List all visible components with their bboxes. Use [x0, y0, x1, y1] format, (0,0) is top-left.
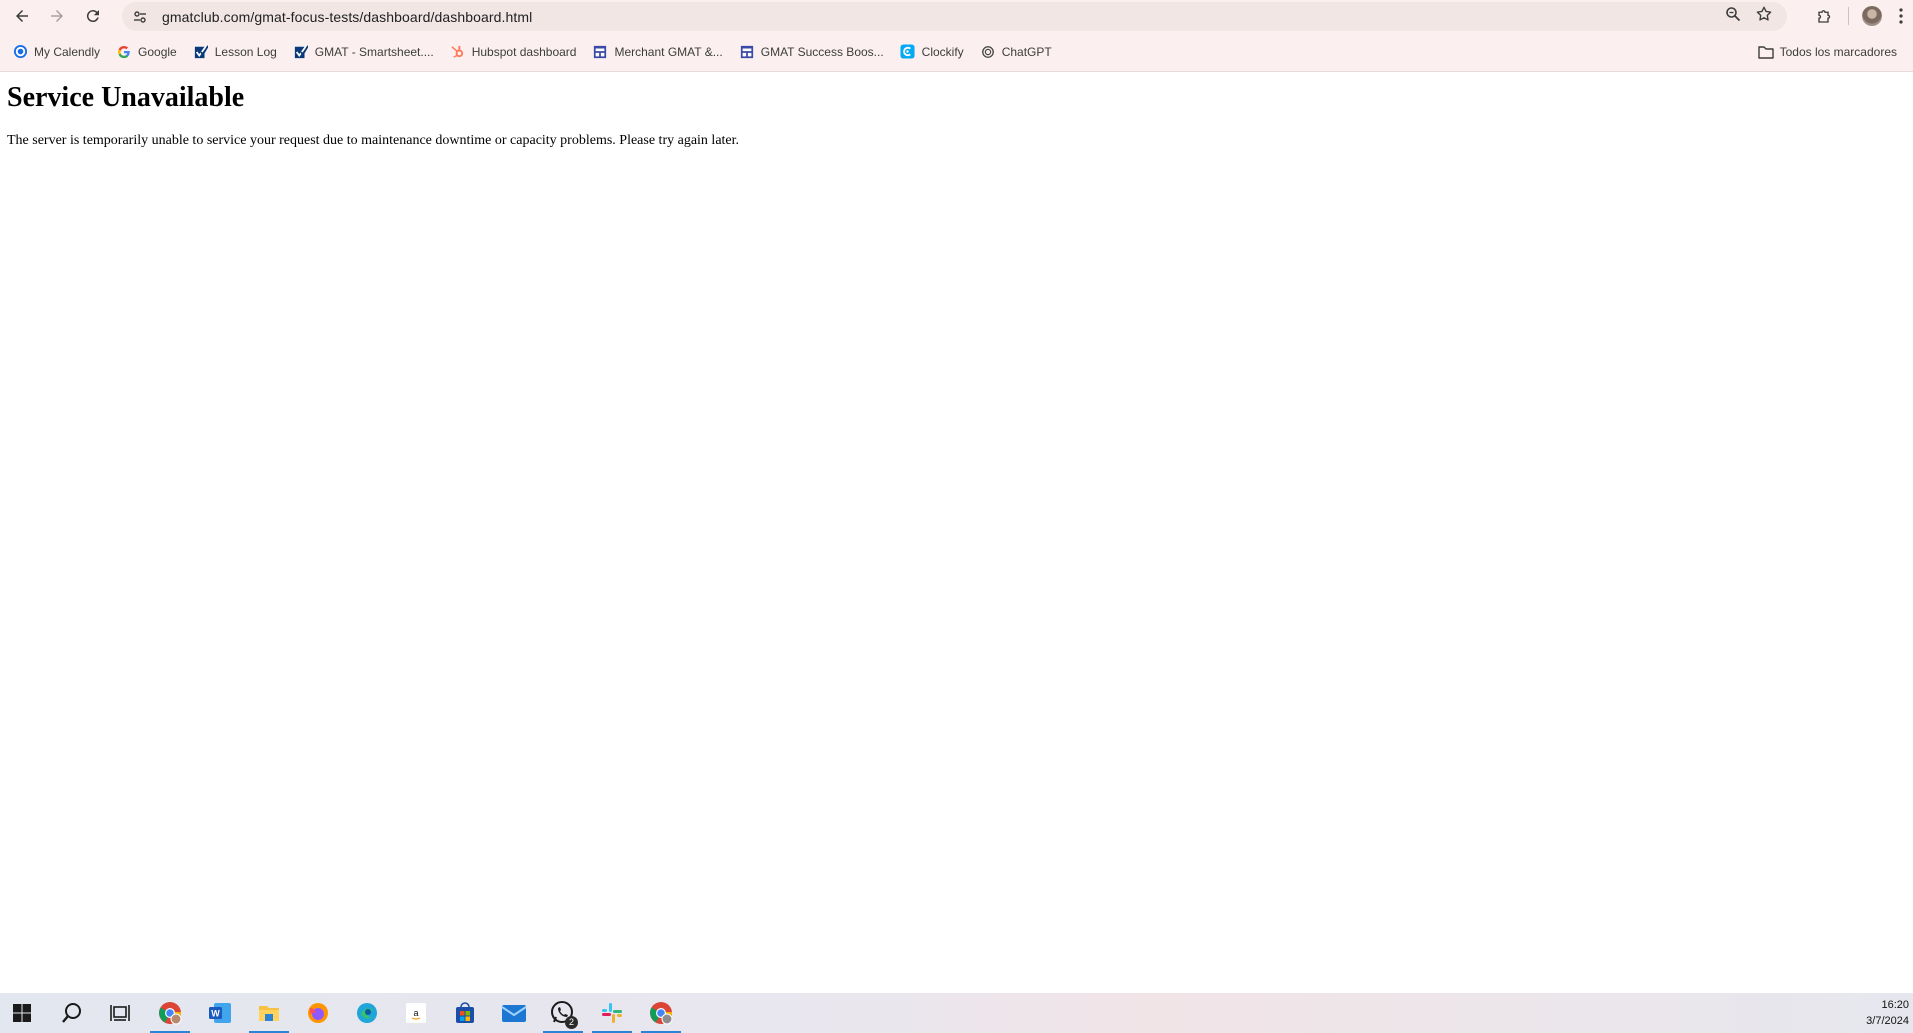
- smartsheet-icon: [293, 44, 309, 60]
- clock-date: 3/7/2024: [1866, 1015, 1909, 1027]
- taskbar-microsoft-store[interactable]: [445, 993, 485, 1033]
- page-title: Service Unavailable: [7, 82, 245, 113]
- clockify-icon: [900, 44, 916, 60]
- google-icon: [116, 44, 132, 60]
- search-button[interactable]: [52, 993, 92, 1033]
- bookmark-label: GMAT - Smartsheet....: [314, 44, 434, 59]
- microsoft-store-icon: [456, 1002, 474, 1023]
- url-text[interactable]: gmatclub.com/gmat-focus-tests/dashboard/…: [162, 9, 532, 25]
- start-button[interactable]: [2, 993, 42, 1033]
- mail-icon: [501, 1005, 527, 1022]
- chatgpt-icon: [980, 44, 996, 60]
- taskbar-file-explorer[interactable]: [249, 993, 289, 1033]
- forward-button[interactable]: [42, 1, 72, 31]
- menu-button[interactable]: [1889, 0, 1913, 32]
- svg-text:W: W: [211, 1009, 220, 1019]
- page-content: Service Unavailable The server is tempor…: [0, 73, 1913, 993]
- arrow-left-icon: [16, 10, 28, 22]
- windows-taskbar: W a 2 16:20 3/7/2024: [0, 993, 1913, 1033]
- bookmark-star-icon[interactable]: [1755, 5, 1773, 28]
- task-view-icon: [110, 1005, 130, 1021]
- bookmark-google[interactable]: Google: [114, 38, 185, 66]
- bookmark-label: GMAT Success Boos...: [760, 44, 884, 59]
- arrow-right-icon: [51, 10, 63, 22]
- edge-icon: [357, 1003, 377, 1023]
- taskbar-whatsapp[interactable]: 2: [543, 993, 583, 1033]
- word-icon: W: [209, 1003, 231, 1023]
- bookmark-label: Hubspot dashboard: [471, 44, 577, 59]
- bookmark-hubspot-dashboard[interactable]: Hubspot dashboard: [448, 38, 585, 66]
- taskbar-amazon[interactable]: a: [396, 993, 436, 1033]
- taskbar-chrome-profile[interactable]: [150, 993, 190, 1033]
- error-message: The server is temporarily unable to serv…: [7, 133, 740, 148]
- bookmark-gmat-smartsheet[interactable]: GMAT - Smartsheet....: [291, 38, 442, 66]
- folder-icon: [1757, 44, 1774, 60]
- taskbar-word[interactable]: W: [200, 993, 240, 1033]
- task-view-button[interactable]: [100, 993, 140, 1033]
- back-button[interactable]: [7, 1, 37, 31]
- chrome-icon: [650, 1002, 673, 1025]
- browser-toolbar: gmatclub.com/gmat-focus-tests/dashboard/…: [0, 0, 1913, 32]
- bookmark-merchant-gmat[interactable]: Merchant GMAT &...: [590, 38, 730, 66]
- chrome-profile-icon: [159, 1002, 182, 1025]
- bookmark-label: My Calendly: [34, 44, 101, 59]
- smartsheet-icon: [193, 44, 209, 60]
- site-info-icon[interactable]: [126, 3, 154, 31]
- avatar: [1862, 6, 1882, 26]
- clock-time: 16:20: [1881, 999, 1909, 1011]
- kebab-menu-icon: [1899, 8, 1903, 24]
- search-icon: [62, 1003, 81, 1023]
- address-bar[interactable]: gmatclub.com/gmat-focus-tests/dashboard/…: [122, 2, 1787, 31]
- taskbar-firefox[interactable]: [298, 993, 338, 1033]
- all-bookmarks-button[interactable]: Todos los marcadores: [1756, 38, 1905, 66]
- bookmark-label: Merchant GMAT &...: [614, 44, 723, 59]
- bookmarks-bar: My Calendly Google Lesson Log GMAT - Sma…: [0, 32, 1913, 72]
- bookmark-label: ChatGPT: [1001, 44, 1052, 59]
- bookmark-label: Clockify: [921, 44, 964, 59]
- taskbar-mail[interactable]: [494, 993, 534, 1033]
- bookmark-label: Lesson Log: [214, 44, 277, 59]
- taskbar-edge[interactable]: [347, 993, 387, 1033]
- system-clock[interactable]: 16:20 3/7/2024: [1851, 993, 1911, 1033]
- hubspot-icon: [450, 44, 466, 60]
- toolbar-right: [1808, 0, 1913, 32]
- slack-icon: [602, 1003, 622, 1023]
- form-icon: [592, 44, 608, 60]
- taskbar-slack[interactable]: [592, 993, 632, 1033]
- bookmark-chatgpt[interactable]: ChatGPT: [978, 38, 1060, 66]
- firefox-icon: [308, 1003, 328, 1023]
- svg-text:a: a: [413, 1008, 418, 1018]
- extensions-button[interactable]: [1808, 0, 1842, 32]
- bookmark-label: Google: [138, 44, 177, 59]
- all-bookmarks-label: Todos los marcadores: [1779, 45, 1897, 59]
- form-icon: [739, 44, 755, 60]
- bookmark-my-calendly[interactable]: My Calendly: [10, 38, 108, 66]
- bookmark-clockify[interactable]: Clockify: [898, 38, 972, 66]
- amazon-icon: a: [406, 1003, 426, 1023]
- reload-icon: [86, 10, 99, 23]
- zoom-icon[interactable]: [1725, 6, 1741, 27]
- windows-logo-icon: [13, 1004, 31, 1022]
- profile-button[interactable]: [1855, 0, 1889, 32]
- file-explorer-icon: [259, 1006, 279, 1021]
- notification-badge: 2: [565, 1016, 578, 1029]
- calendly-icon: [12, 44, 28, 60]
- bookmark-lesson-log[interactable]: Lesson Log: [191, 38, 285, 66]
- taskbar-chrome[interactable]: [641, 993, 681, 1033]
- toolbar-divider: [1848, 7, 1849, 25]
- reload-button[interactable]: [78, 1, 108, 31]
- puzzle-icon: [1818, 10, 1831, 23]
- bookmark-gmat-success-boost[interactable]: GMAT Success Boos...: [737, 38, 892, 66]
